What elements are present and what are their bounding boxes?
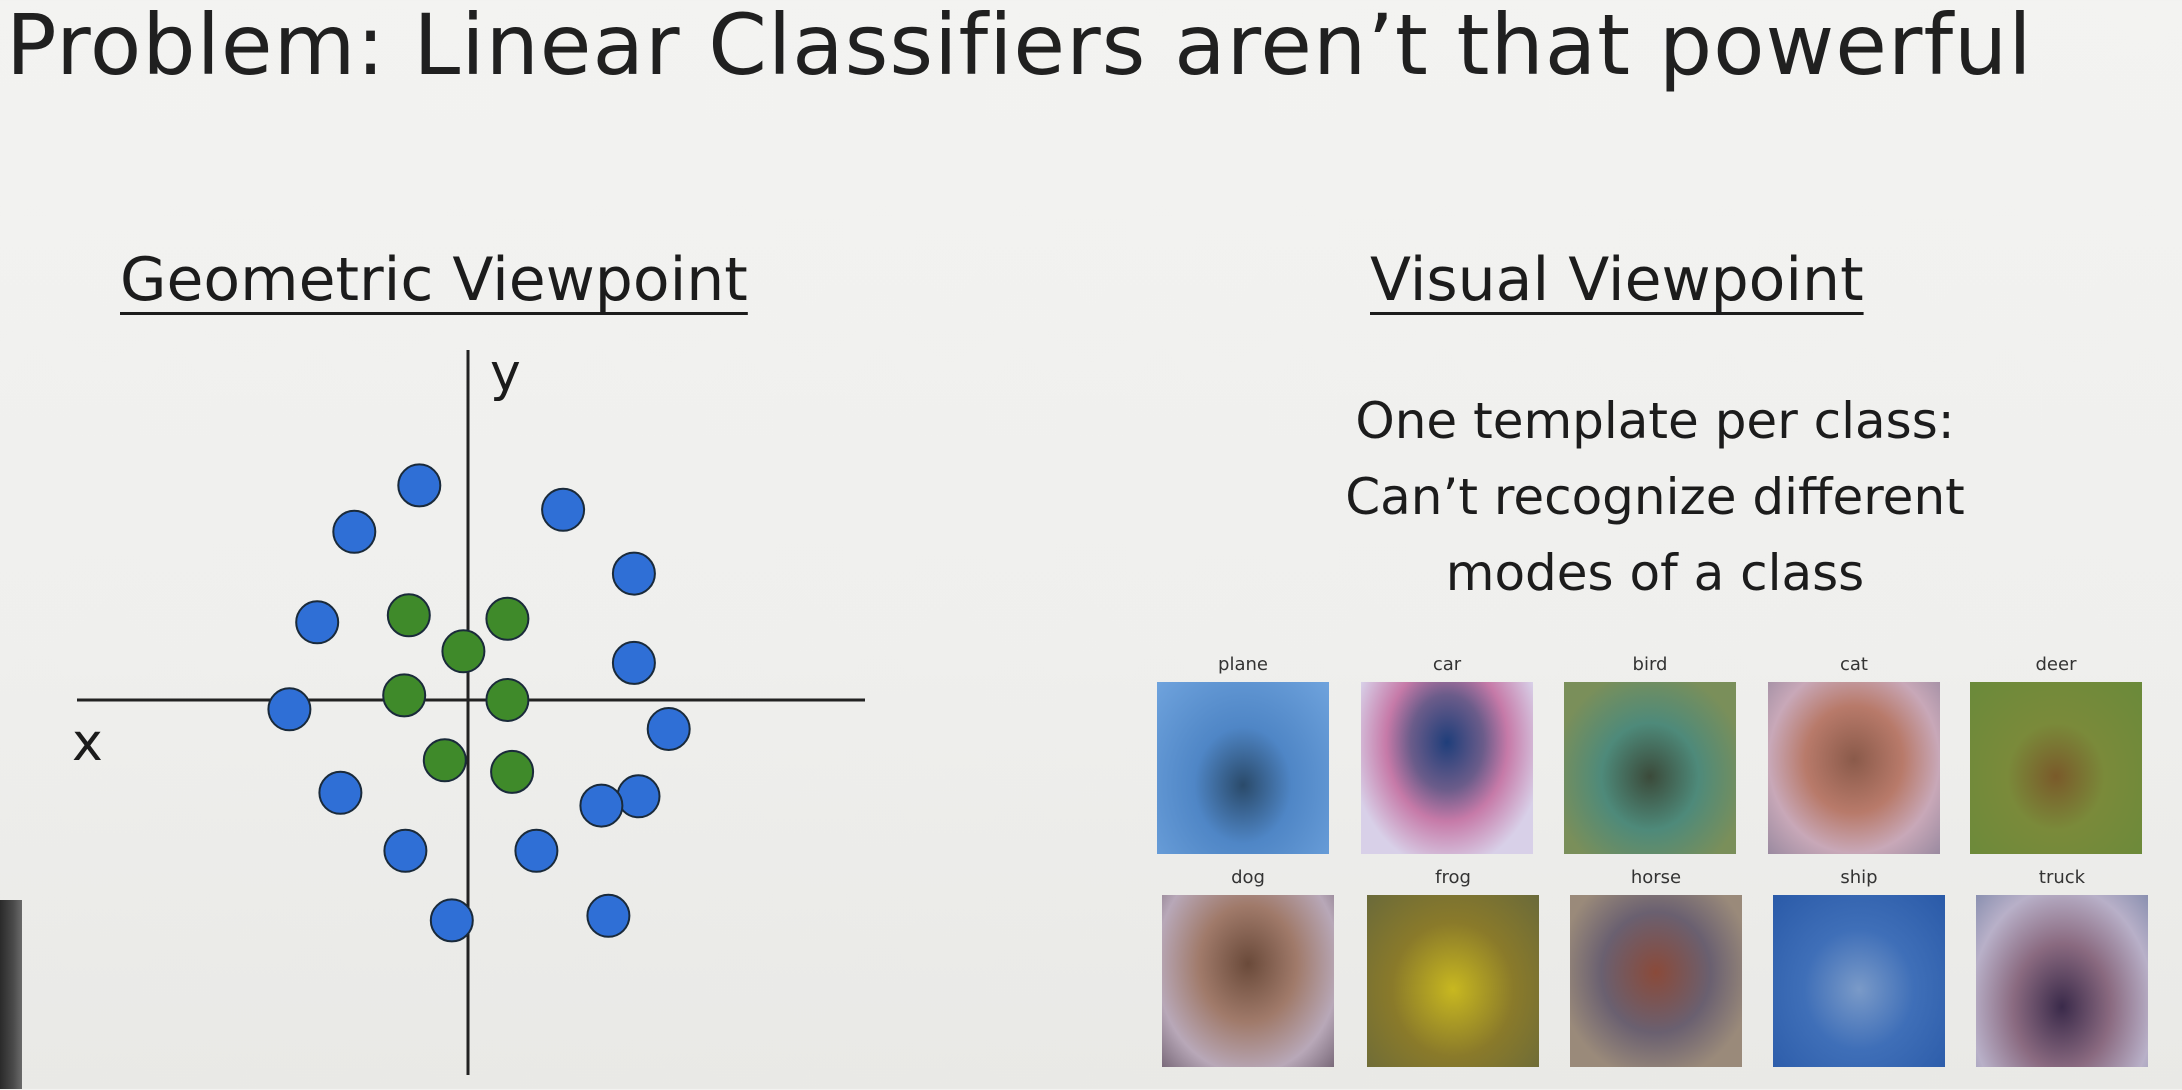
scatter-plot: x y — [72, 343, 865, 1075]
template-label-deer: deer — [2035, 654, 2077, 675]
y-axis-label: y — [490, 343, 521, 403]
blue-data-point — [646, 707, 691, 751]
green-data-point — [490, 749, 535, 794]
x-axis-label: x — [72, 713, 103, 773]
blue-data-point — [318, 770, 363, 815]
explanation-line: One template per class: — [1355, 392, 1955, 450]
template-label-cat: cat — [1840, 654, 1868, 675]
blue-data-point — [611, 640, 656, 685]
template-label-ship: ship — [1840, 867, 1878, 888]
blue-data-point — [332, 509, 377, 554]
blue-data-point — [383, 828, 428, 873]
template-label-frog: frog — [1435, 867, 1471, 888]
blue-data-point — [611, 551, 656, 596]
template-label-horse: horse — [1630, 867, 1682, 888]
scatter-points — [267, 463, 691, 943]
template-label-truck: truck — [2038, 867, 2086, 888]
template-label-car: car — [1432, 654, 1462, 675]
green-data-point — [485, 596, 530, 641]
blue-data-point — [397, 463, 442, 508]
explanation-line: modes of a class — [1445, 544, 1865, 602]
blue-data-point — [429, 898, 474, 943]
template-image-bird — [1564, 682, 1736, 854]
green-data-point — [485, 678, 530, 722]
blue-data-point — [586, 893, 631, 938]
template-label-bird: bird — [1632, 654, 1668, 675]
slide-title: Problem: Linear Classifiers aren’t that … — [6, 0, 2033, 94]
template-image-frog — [1367, 895, 1539, 1067]
visual-viewpoint-heading: Visual Viewpoint — [1370, 245, 1864, 315]
green-data-point — [386, 593, 431, 638]
blue-data-point — [514, 828, 559, 873]
template-image-truck — [1976, 895, 2148, 1067]
explanation-line: Can’t recognize different — [1345, 468, 1965, 526]
template-label-plane: plane — [1218, 654, 1268, 675]
blue-data-point — [295, 600, 340, 645]
template-label-dog: dog — [1231, 867, 1265, 888]
geometric-viewpoint-heading: Geometric Viewpoint — [120, 245, 748, 315]
template-image-car — [1361, 682, 1533, 854]
template-image-plane — [1157, 682, 1329, 854]
green-data-point — [382, 673, 427, 718]
blue-data-point — [579, 783, 624, 828]
template-image-cat — [1768, 682, 1940, 854]
blue-data-point — [541, 487, 586, 532]
speaker-video-edge — [0, 900, 22, 1089]
template-image-horse — [1570, 895, 1742, 1067]
green-data-point — [422, 738, 467, 783]
template-image-dog — [1162, 895, 1334, 1067]
template-image-deer — [1970, 682, 2142, 854]
green-data-point — [441, 629, 486, 674]
template-image-ship — [1773, 895, 1945, 1067]
blue-data-point — [267, 687, 312, 732]
blue-data-point — [616, 774, 661, 819]
visual-explanation: One template per class: Can’t recognize … — [1280, 383, 2030, 611]
